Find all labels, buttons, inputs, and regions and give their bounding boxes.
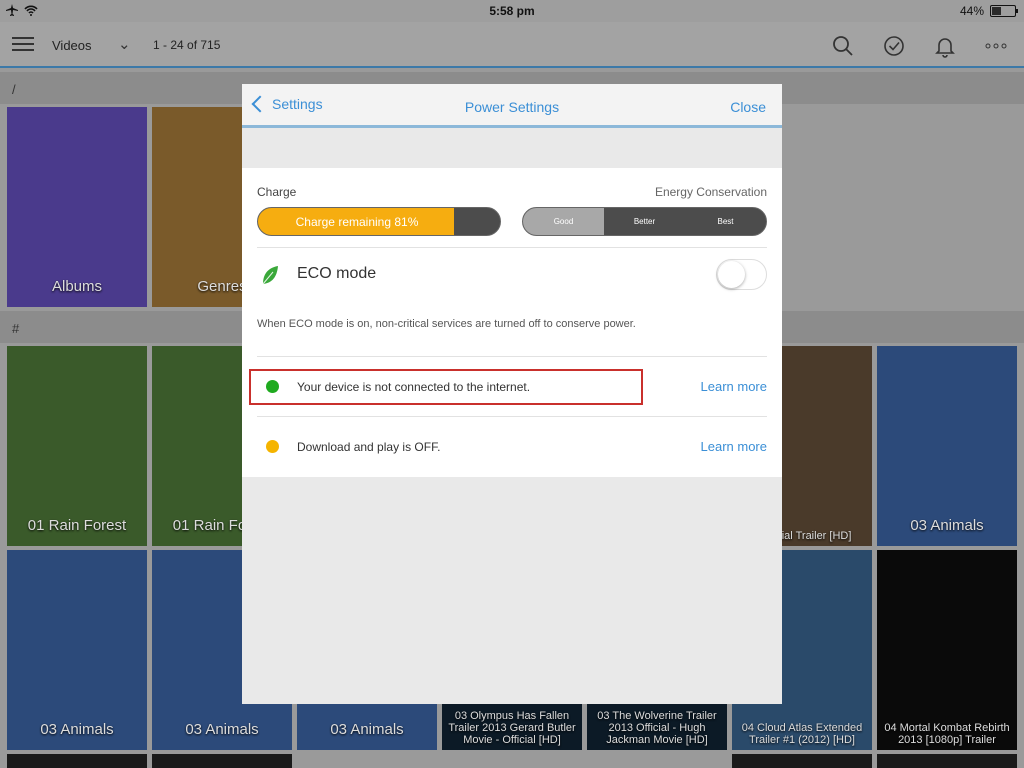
tile-video[interactable] [7,754,147,768]
modal-spacer [242,128,782,168]
search-icon[interactable] [831,34,855,58]
tile-albums[interactable]: Albums [7,107,147,307]
tile-label: 03 Olympus Has Fallen Trailer 2013 Gerar… [448,710,576,746]
energy-option-better[interactable]: Better [604,208,685,235]
tile-label: 03 Animals [185,721,259,738]
tile-label: 01 Rain Forest [27,517,127,534]
energy-segmented-control: Good Better Best [522,207,767,236]
chevron-down-icon[interactable]: ⌄ [118,35,131,53]
tile-video[interactable]: 04 Mortal Kombat Rebirth 2013 [1080p] Tr… [877,550,1017,750]
battery-icon [990,5,1018,17]
tile-label: 04 Mortal Kombat Rebirth 2013 [1080p] Tr… [884,722,1010,746]
modal-nav-bar: Settings Power Settings Close [242,84,782,128]
tile-label: Albums [51,278,103,295]
tile-video[interactable] [877,754,1017,768]
tile-label: 04 Cloud Atlas Extended Trailer #1 (2012… [741,722,863,746]
status-row-internet: Your device is not connected to the inte… [249,357,767,417]
bell-icon[interactable] [933,34,957,58]
top-toolbar: Videos ⌄ 1 - 24 of 715 [0,22,1024,68]
learn-more-link[interactable]: Learn more [701,439,767,454]
check-circle-icon[interactable] [882,34,906,58]
power-settings-modal: Settings Power Settings Close Charge Ene… [242,84,782,704]
charge-row: Charge Energy Conservation Charge remain… [257,168,767,248]
settings-panel: Charge Energy Conservation Charge remain… [242,168,782,477]
learn-more-link[interactable]: Learn more [701,379,767,394]
status-bar: 5:58 pm 44% [0,0,1024,22]
eco-mode-description: When ECO mode is on, non-critical servic… [257,302,767,357]
item-count: 1 - 24 of 715 [153,38,221,52]
modal-title: Power Settings [464,99,560,115]
status-dot-green [266,380,279,393]
eco-mode-toggle[interactable] [716,259,767,290]
energy-conservation-label: Energy Conservation [654,185,767,199]
more-icon[interactable] [984,34,1008,58]
battery-percent: 44% [959,4,984,18]
menu-icon[interactable] [12,37,34,51]
energy-option-best[interactable]: Best [685,208,766,235]
tile-label: 03 Animals [910,517,984,534]
energy-option-good[interactable]: Good [523,208,604,235]
tile-video[interactable] [732,754,872,768]
charge-text: Charge remaining 81% [295,215,419,229]
tile-video[interactable]: 01 Rain Forest [7,346,147,546]
status-dot-yellow [266,440,279,453]
eco-mode-title: ECO mode [297,265,377,282]
toolbar-title[interactable]: Videos [52,38,92,53]
tile-label: 03 The Wolverine Trailer 2013 Official -… [597,710,717,746]
status-row-download: Download and play is OFF. Learn more [257,417,767,477]
leaf-icon [262,266,278,285]
tile-label: 03 Animals [40,721,114,738]
tile-video[interactable] [152,754,292,768]
charge-label: Charge [257,185,297,199]
close-button[interactable]: Close [730,99,766,115]
status-time: 5:58 pm [489,4,535,18]
eco-mode-row: ECO mode [257,248,767,302]
charge-bar: Charge remaining 81% [257,207,501,236]
status-text: Download and play is OFF. [297,440,441,454]
tile-video[interactable]: 03 Animals [7,550,147,750]
tile-label: 03 Animals [330,721,404,738]
tile-video[interactable]: 03 Animals [877,346,1017,546]
status-text: Your device is not connected to the inte… [297,380,531,394]
